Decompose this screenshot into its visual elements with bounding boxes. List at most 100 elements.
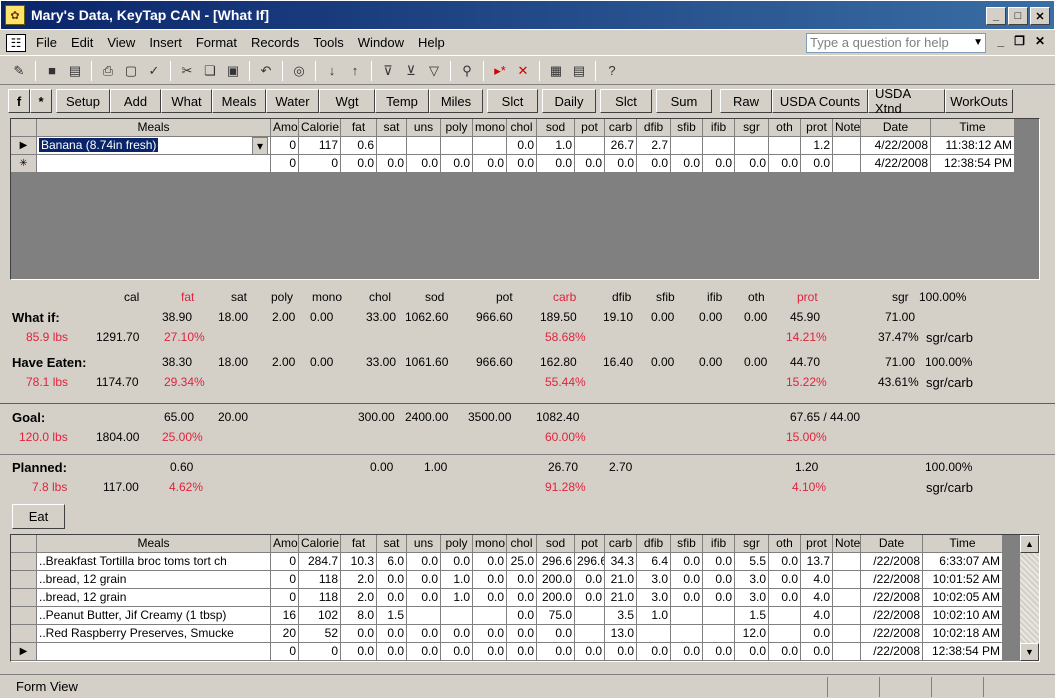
cell-amo[interactable]: 0	[271, 589, 299, 607]
column-header-carb[interactable]: carb	[605, 119, 637, 137]
cell-meals[interactable]	[37, 643, 271, 661]
column-header-oth[interactable]: oth	[769, 119, 801, 137]
cell-sgr[interactable]: 1.5	[735, 607, 769, 625]
menu-edit[interactable]: Edit	[71, 35, 93, 50]
cell-mono[interactable]: 0.0	[473, 589, 507, 607]
cell-sfib[interactable]: 0.0	[671, 571, 703, 589]
help-search-input[interactable]: Type a question for help ▼	[806, 33, 986, 53]
cell-sod[interactable]: 200.0	[537, 589, 575, 607]
cell-ifib[interactable]	[703, 607, 735, 625]
cell-uns[interactable]: 0.0	[407, 643, 441, 661]
search-file-icon[interactable]: ▤	[66, 62, 84, 80]
column-header-amo[interactable]: Amo	[271, 535, 299, 553]
cell-fat[interactable]: 0.6	[341, 137, 377, 155]
cell-mono[interactable]: 0.0	[473, 553, 507, 571]
cell-oth[interactable]: 0.0	[769, 553, 801, 571]
setup-button[interactable]: Setup	[56, 89, 110, 113]
print-icon[interactable]: ⎙	[99, 62, 117, 80]
cell-chol[interactable]: 25.0	[507, 553, 537, 571]
cell-note[interactable]	[833, 589, 861, 607]
cell-prot[interactable]: 0.0	[801, 643, 833, 661]
cell-sfib[interactable]	[671, 607, 703, 625]
row-selector-header[interactable]	[11, 535, 37, 553]
filter-selection-icon[interactable]: ⊽	[379, 62, 397, 80]
cell-carb[interactable]: 3.5	[605, 607, 637, 625]
cell-prot[interactable]: 4.0	[801, 571, 833, 589]
cell-amo[interactable]: 0	[271, 137, 299, 155]
row-selector[interactable]: ✳	[11, 155, 37, 173]
column-header-time[interactable]: Time	[923, 535, 1003, 553]
cell-prot[interactable]: 4.0	[801, 589, 833, 607]
cell-sat[interactable]: 0.0	[377, 571, 407, 589]
cell-note[interactable]	[833, 155, 861, 173]
column-header-ifib[interactable]: ifib	[703, 119, 735, 137]
cell-time[interactable]: 10:01:52 AM	[923, 571, 1003, 589]
cell-chol[interactable]: 0.0	[507, 155, 537, 173]
cell-sat[interactable]	[377, 137, 407, 155]
mdi-minimize-button[interactable]: _	[997, 34, 1004, 48]
meal-dropdown-icon[interactable]: ▾	[252, 137, 268, 154]
filter-form-icon[interactable]: ⊻	[402, 62, 420, 80]
cell-poly[interactable]: 0.0	[441, 155, 473, 173]
f-button[interactable]: f	[8, 89, 30, 113]
cell-chol[interactable]: 0.0	[507, 137, 537, 155]
cell-prot[interactable]: 13.7	[801, 553, 833, 571]
cell-oth[interactable]	[769, 607, 801, 625]
selected-meal[interactable]: Banana (8.74in fresh)	[39, 138, 159, 152]
cell-mono[interactable]: 0.0	[473, 571, 507, 589]
cell-ifib[interactable]: 0.0	[703, 553, 735, 571]
what-if-datasheet[interactable]: Meals Amo Calorie fat sat uns poly mono chol sod p…	[10, 118, 1040, 280]
cell-chol[interactable]: 0.0	[507, 571, 537, 589]
column-header-sod[interactable]: sod	[537, 119, 575, 137]
cell-time[interactable]: 10:02:18 AM	[923, 625, 1003, 643]
cell-sgr[interactable]	[735, 137, 769, 155]
column-header-dfib[interactable]: dfib	[637, 119, 671, 137]
column-header-date[interactable]: Date	[861, 535, 923, 553]
cell-carb[interactable]: 0.0	[605, 643, 637, 661]
column-header-chol[interactable]: chol	[507, 535, 537, 553]
close-button[interactable]: ✕	[1030, 7, 1050, 25]
cell-poly[interactable]	[441, 607, 473, 625]
cell-oth[interactable]: 0.0	[769, 643, 801, 661]
column-header-pot[interactable]: pot	[575, 119, 605, 137]
cell-mono[interactable]: 0.0	[473, 643, 507, 661]
cell-time[interactable]: 10:02:10 AM	[923, 607, 1003, 625]
cell-sfib[interactable]: 0.0	[671, 643, 703, 661]
cell-calorie[interactable]: 0	[299, 155, 341, 173]
row-selector[interactable]: ▶	[11, 643, 37, 661]
cell-oth[interactable]	[769, 137, 801, 155]
cell-sfib[interactable]: 0.0	[671, 553, 703, 571]
sort-desc-icon[interactable]: ↑	[346, 62, 364, 80]
cell-calorie[interactable]: 102	[299, 607, 341, 625]
add-button[interactable]: Add	[110, 89, 161, 113]
cell-poly[interactable]: 1.0	[441, 571, 473, 589]
column-header-sfib[interactable]: sfib	[671, 119, 703, 137]
cell-fat[interactable]: 2.0	[341, 589, 377, 607]
cell-uns[interactable]: 0.0	[407, 589, 441, 607]
column-header-poly[interactable]: poly	[441, 535, 473, 553]
cell-dfib[interactable]: 0.0	[637, 643, 671, 661]
cell-note[interactable]	[833, 643, 861, 661]
usda-counts-button[interactable]: USDA Counts	[772, 89, 868, 113]
cell-sat[interactable]: 1.5	[377, 607, 407, 625]
spell-icon[interactable]: ✓	[145, 62, 163, 80]
cell-prot[interactable]: 4.0	[801, 607, 833, 625]
cell-time[interactable]: 10:02:05 AM	[923, 589, 1003, 607]
cell-sgr[interactable]: 0.0	[735, 643, 769, 661]
find-icon[interactable]: ⚲	[458, 62, 476, 80]
daily-button[interactable]: Daily	[542, 89, 596, 113]
cell-date[interactable]: /22/2008	[861, 589, 923, 607]
cell-sgr[interactable]: 3.0	[735, 589, 769, 607]
table-row[interactable]: ✳ 0 0 0.0 0.0 0.0 0.0 0.0 0.0 0.0 0.0 0.0 0.0 0.0 0.0 0…	[11, 155, 1015, 173]
column-header-prot[interactable]: prot	[801, 535, 833, 553]
cell-ifib[interactable]: 0.0	[703, 571, 735, 589]
cell-pot[interactable]: 0.0	[575, 589, 605, 607]
column-header-note[interactable]: Note	[833, 535, 861, 553]
column-header-ifib[interactable]: ifib	[703, 535, 735, 553]
scroll-track[interactable]	[1020, 553, 1039, 643]
mdi-close-button[interactable]: ✕	[1035, 34, 1045, 48]
cell-uns[interactable]	[407, 137, 441, 155]
cell-fat[interactable]: 0.0	[341, 155, 377, 173]
cell-sat[interactable]: 0.0	[377, 589, 407, 607]
cell-meals[interactable]: ..bread, 12 grain	[37, 571, 271, 589]
